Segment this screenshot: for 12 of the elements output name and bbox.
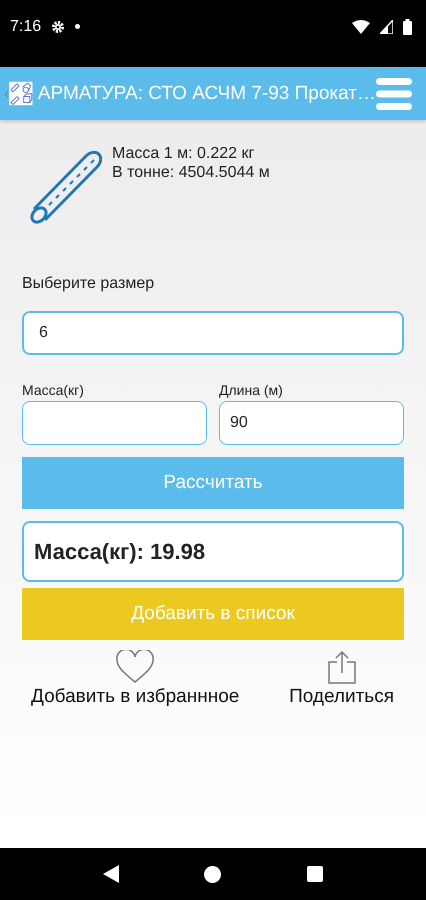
size-label: Выберите размер [22, 275, 156, 293]
size-field[interactable]: 6 [22, 311, 404, 355]
share-button[interactable]: Поделиться [289, 650, 394, 708]
status-time: 7:16 [10, 18, 42, 36]
app-title: АРМАТУРА: СТО АСЧМ 7-93 Прокат… [38, 82, 376, 104]
favorite-button[interactable]: Добавить в избраннное [31, 650, 240, 708]
info-line: В тонне: 4504.5044 м [112, 163, 270, 182]
field-label: Длина (м) [219, 382, 284, 398]
input-field[interactable]: 90 [219, 401, 404, 445]
info-line: Масса 1 м: 0.222 кг [112, 144, 256, 163]
result-text: Масса(кг): 19.98 [22, 521, 404, 582]
field-label: Масса(кг) [22, 382, 85, 398]
